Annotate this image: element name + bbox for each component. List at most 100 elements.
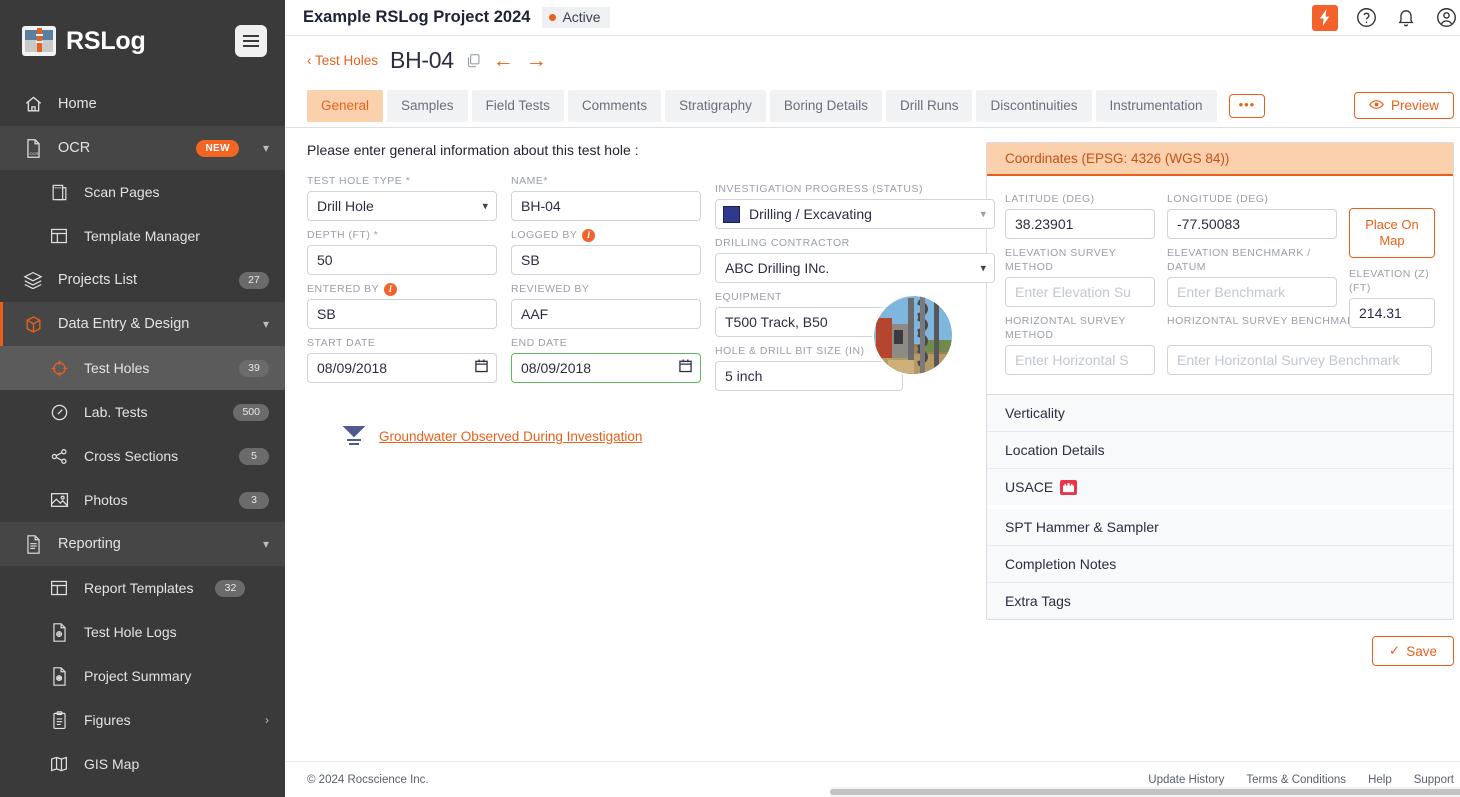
hole-bit-size-input[interactable] xyxy=(715,361,903,391)
status-dot-icon xyxy=(549,14,556,21)
accordion-item-location-details[interactable]: Location Details xyxy=(987,431,1453,468)
sidebar-item-test-holes[interactable]: Test Holes 39 xyxy=(0,346,285,390)
accordion-item-spt-hammer-sampler[interactable]: SPT Hammer & Sampler xyxy=(987,505,1453,545)
arrow-left-icon[interactable]: ← xyxy=(493,50,514,71)
reviewed-by-input[interactable] xyxy=(511,299,701,329)
general-form: Please enter general information about t… xyxy=(307,142,972,761)
check-icon: ✓ xyxy=(1389,643,1400,659)
test-hole-target-icon xyxy=(48,357,70,379)
account-icon[interactable] xyxy=(1434,6,1458,30)
tab-samples[interactable]: Samples xyxy=(387,90,468,122)
flash-icon[interactable] xyxy=(1312,5,1338,31)
layers-icon xyxy=(22,269,44,291)
tab-bar: General Samples Field Tests Comments Str… xyxy=(285,84,1460,128)
sidebar-item-report-templates[interactable]: Report Templates 32 xyxy=(0,566,285,610)
accordion-item-completion-notes[interactable]: Completion Notes xyxy=(987,545,1453,582)
sidebar-item-gis-map[interactable]: GIS Map xyxy=(0,742,285,786)
photos-icon xyxy=(48,489,70,511)
sidebar-item-cross-sections[interactable]: Cross Sections 5 xyxy=(0,434,285,478)
accordion-item-verticality[interactable]: Verticality xyxy=(987,394,1453,431)
svg-text:OCR: OCR xyxy=(29,150,38,155)
breadcrumb-back-link[interactable]: ‹ Test Holes xyxy=(307,53,378,68)
elevation-benchmark-input[interactable] xyxy=(1167,277,1337,307)
field-label: NAME* xyxy=(511,174,701,188)
sidebar-item-label: Scan Pages xyxy=(84,184,160,200)
field-reviewed-by: REVIEWED BY xyxy=(511,282,701,329)
template-manager-icon xyxy=(48,225,70,247)
more-tabs-button[interactable]: ••• xyxy=(1229,94,1266,118)
depth-input[interactable] xyxy=(307,245,497,275)
copyright-text: © 2024 Rocscience Inc. xyxy=(307,774,429,786)
tab-discontinuities[interactable]: Discontinuities xyxy=(976,90,1091,122)
status-badge: Active xyxy=(542,7,609,28)
footer-link-support[interactable]: Support xyxy=(1414,774,1454,786)
groundwater-link[interactable]: Groundwater Observed During Investigatio… xyxy=(379,429,642,444)
help-icon[interactable] xyxy=(1354,6,1378,30)
accordion-item-extra-tags[interactable]: Extra Tags xyxy=(987,582,1453,619)
latitude-input[interactable] xyxy=(1005,209,1155,239)
field-label: HORIZONTAL SURVEY METHOD xyxy=(1005,314,1155,342)
accordion-item-usace[interactable]: USACE xyxy=(987,468,1453,505)
sidebar-item-photos[interactable]: Photos 3 xyxy=(0,478,285,522)
entered-by-input[interactable] xyxy=(307,299,497,329)
preview-button[interactable]: Preview xyxy=(1354,92,1454,119)
sidebar-item-data-entry-design[interactable]: Data Entry & Design ▾ xyxy=(0,302,285,346)
badge-count: 5 xyxy=(239,448,269,465)
sidebar-item-label: OCR xyxy=(58,140,90,156)
sidebar-item-reporting[interactable]: Reporting ▾ xyxy=(0,522,285,566)
sidebar-item-lab-tests[interactable]: Lab. Tests 500 xyxy=(0,390,285,434)
sidebar-item-test-hole-logs[interactable]: Test Hole Logs xyxy=(0,610,285,654)
bell-icon[interactable] xyxy=(1394,6,1418,30)
sidebar-item-scan-pages[interactable]: Scan Pages xyxy=(0,170,285,214)
ocr-document-icon: OCR xyxy=(22,137,44,159)
tab-instrumentation[interactable]: Instrumentation xyxy=(1096,90,1217,122)
hamburger-icon[interactable] xyxy=(235,25,267,57)
status-label: Active xyxy=(562,9,600,25)
longitude-input[interactable] xyxy=(1167,209,1337,239)
sidebar-item-home[interactable]: Home xyxy=(0,82,285,126)
accordion-label: Extra Tags xyxy=(1005,593,1071,609)
info-icon[interactable]: i xyxy=(384,283,397,296)
investigation-progress-select[interactable]: Drilling / Excavating xyxy=(715,199,995,229)
home-icon xyxy=(22,93,44,115)
sidebar-item-template-manager[interactable]: Template Manager xyxy=(0,214,285,258)
sidebar-item-label: Reporting xyxy=(58,536,121,552)
logged-by-input[interactable] xyxy=(511,245,701,275)
tab-general[interactable]: General xyxy=(307,90,383,122)
tab-boring-details[interactable]: Boring Details xyxy=(770,90,882,122)
drill-rig-photo[interactable] xyxy=(872,294,954,376)
field-elevation-z: ELEVATION (Z) (FT) xyxy=(1349,267,1435,328)
footer-link-help[interactable]: Help xyxy=(1368,774,1392,786)
elevation-survey-method-input[interactable] xyxy=(1005,277,1155,307)
sidebar-item-project-summary[interactable]: Project Summary xyxy=(0,654,285,698)
sidebar-item-figures[interactable]: Figures › xyxy=(0,698,285,742)
test-hole-type-select[interactable] xyxy=(307,191,497,221)
tab-drill-runs[interactable]: Drill Runs xyxy=(886,90,973,122)
sidebar-item-projects-list[interactable]: Projects List 27 xyxy=(0,258,285,302)
footer-link-update-history[interactable]: Update History xyxy=(1148,774,1224,786)
drilling-contractor-select[interactable] xyxy=(715,253,995,283)
project-title: Example RSLog Project 2024 xyxy=(303,8,530,27)
save-button[interactable]: ✓ Save xyxy=(1372,636,1454,666)
copy-icon[interactable] xyxy=(466,53,481,68)
calendar-icon[interactable] xyxy=(475,359,488,378)
elevation-z-input[interactable] xyxy=(1349,298,1435,328)
end-date-input[interactable] xyxy=(511,353,701,383)
tab-stratigraphy[interactable]: Stratigraphy xyxy=(665,90,766,122)
name-input[interactable] xyxy=(511,191,701,221)
arrow-right-icon[interactable]: → xyxy=(526,50,547,71)
field-logged-by: LOGGED BY i xyxy=(511,228,701,275)
field-label: ENTERED BY i xyxy=(307,282,497,296)
place-on-map-button[interactable]: Place On Map xyxy=(1349,208,1435,258)
start-date-input[interactable] xyxy=(307,353,497,383)
info-icon[interactable]: i xyxy=(582,229,595,242)
tab-comments[interactable]: Comments xyxy=(568,90,661,122)
calendar-icon[interactable] xyxy=(679,359,692,378)
tab-field-tests[interactable]: Field Tests xyxy=(472,90,564,122)
footer-link-terms[interactable]: Terms & Conditions xyxy=(1246,774,1346,786)
field-label: START DATE xyxy=(307,336,497,350)
horizontal-survey-method-input[interactable] xyxy=(1005,345,1155,375)
horizontal-scrollbar[interactable] xyxy=(830,787,1460,797)
sidebar-item-ocr[interactable]: OCR OCR NEW ▾ xyxy=(0,126,285,170)
badge-count: 39 xyxy=(239,360,269,377)
